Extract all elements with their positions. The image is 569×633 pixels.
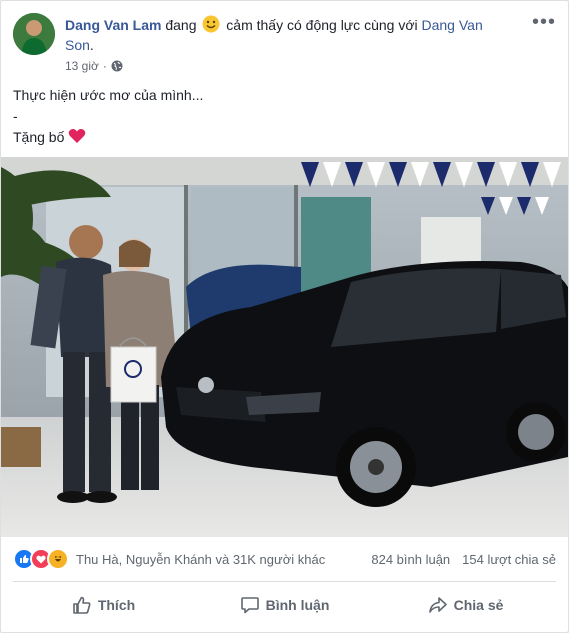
comment-icon xyxy=(240,597,259,614)
post-meta: 13 giờ · xyxy=(65,59,123,73)
author-name[interactable]: Dang Van Lam xyxy=(65,17,161,33)
like-button[interactable]: Thích xyxy=(13,584,194,626)
comment-button[interactable]: Bình luận xyxy=(194,584,375,626)
post-stats: Thu Hà, Nguyễn Khánh và 31K người khác 8… xyxy=(13,545,556,573)
tagged-period: . xyxy=(89,37,94,53)
post-text-line-1: Thực hiện ước mơ của mình... xyxy=(13,87,204,103)
post-card: Dang Van Lam đang cảm thấy có động lực c… xyxy=(0,0,569,633)
smile-emoji-icon xyxy=(202,15,220,33)
share-label: Chia sẻ xyxy=(453,597,504,613)
actions-divider xyxy=(13,581,556,582)
post-options-button[interactable]: ••• xyxy=(532,11,556,34)
globe-icon[interactable] xyxy=(111,60,123,72)
reaction-icons[interactable] xyxy=(13,548,69,570)
heart-emoji-icon xyxy=(68,129,86,143)
comment-count[interactable]: 824 bình luận xyxy=(371,552,450,567)
reactors-summary[interactable]: Thu Hà, Nguyễn Khánh và 31K người khác xyxy=(76,552,325,567)
post-text: Thực hiện ước mơ của mình... - Tặng bố xyxy=(13,85,203,148)
post-text-line-2: - xyxy=(13,108,18,124)
feeling-prefix: đang xyxy=(165,17,197,33)
post-time[interactable]: 13 giờ xyxy=(65,59,99,73)
share-icon xyxy=(428,597,447,613)
post-text-line-3: Tặng bố xyxy=(13,127,203,148)
share-button[interactable]: Chia sẻ xyxy=(375,584,556,626)
author-avatar[interactable] xyxy=(13,13,55,55)
share-count[interactable]: 154 lượt chia sẻ xyxy=(462,552,556,567)
haha-reaction-icon xyxy=(47,548,69,570)
feeling-text: cảm thấy có động lực cùng với xyxy=(226,17,418,33)
like-label: Thích xyxy=(97,597,136,613)
post-photo[interactable] xyxy=(1,157,568,537)
post-header: Dang Van Lam đang cảm thấy có động lực c… xyxy=(65,15,495,55)
thumbs-up-icon xyxy=(73,596,91,614)
post-actions: Thích Bình luận Chia sẻ xyxy=(13,584,556,626)
comment-label: Bình luận xyxy=(265,597,330,613)
